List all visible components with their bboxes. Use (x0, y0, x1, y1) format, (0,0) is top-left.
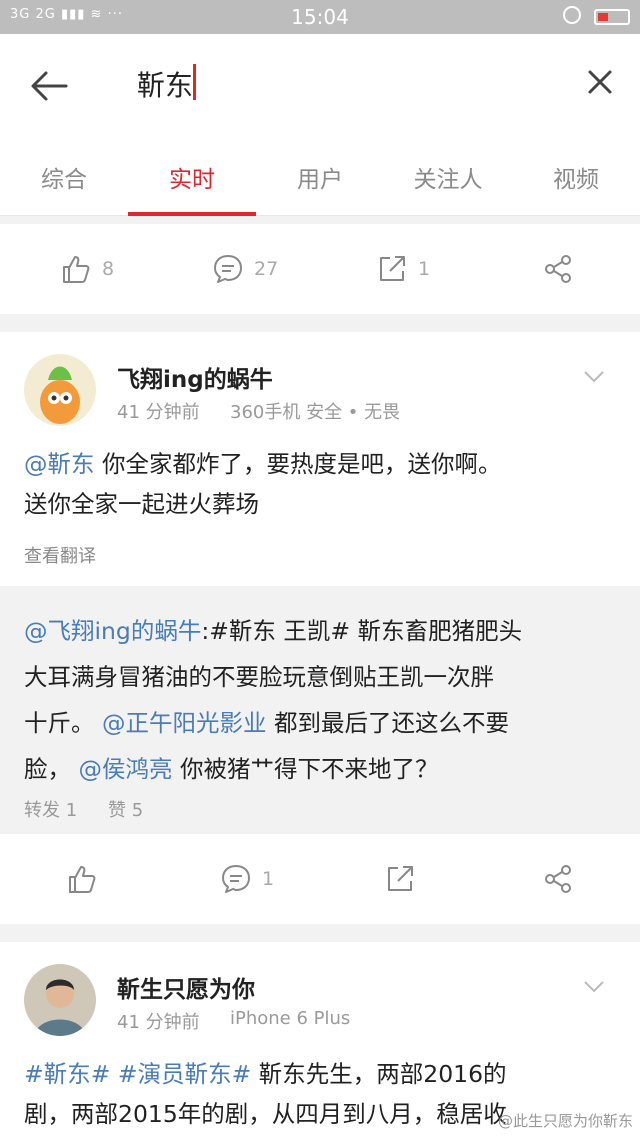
post-text-line: 剧，两部2015年的剧，从四月到八月，稳居收 (24, 1100, 507, 1128)
text-cursor (193, 64, 196, 100)
avatar[interactable] (24, 354, 96, 426)
share-button[interactable] (542, 224, 574, 314)
repost-text-line: 十斤。 (24, 709, 95, 737)
avatar[interactable] (24, 964, 96, 1036)
close-icon[interactable] (582, 64, 618, 100)
share-icon (545, 255, 571, 283)
post-time: 41 分钟前 (117, 1012, 200, 1033)
thumbs-up-icon (63, 256, 90, 283)
clock: 15:04 (291, 5, 349, 29)
back-arrow-icon[interactable] (24, 62, 72, 110)
reposted-content[interactable]: @飞翔ing的蜗牛:#靳东 王凯# 靳东畜肥猪肥头 大耳满身冒猪油的不要脸玩意倒… (0, 586, 640, 836)
thumbs-up-icon (69, 866, 96, 893)
post-card[interactable]: 飞翔ing的蜗牛 41 分钟前 360手机 安全 • 无畏 @靳东 你全家都炸了… (0, 332, 640, 924)
post-time: 41 分钟前 (117, 402, 200, 423)
repost-count: 转发 1 (24, 800, 78, 821)
post-text-line: 靳东先生，两部2016的 (258, 1060, 507, 1088)
comment-icon (214, 255, 242, 283)
repost-text: @飞翔ing的蜗牛:#靳东 王凯# 靳东畜肥猪肥头 大耳满身冒猪油的不要脸玩意倒… (24, 608, 616, 792)
like-count: 8 (102, 258, 115, 280)
comment-button[interactable]: 27 (212, 224, 278, 314)
tab-video[interactable]: 视频 (512, 160, 640, 194)
mention-link[interactable]: @正午阳光影业 (102, 709, 267, 737)
watermark: @此生只愿为你靳东 (498, 1112, 634, 1130)
repost-text-line: :#靳东 王凯# 靳东畜肥猪肥头 (201, 617, 523, 645)
share-out-icon (388, 866, 413, 891)
comment-button[interactable]: 1 (220, 834, 274, 924)
repost-count: 1 (418, 258, 431, 280)
chevron-down-icon[interactable] (582, 364, 606, 388)
comment-count: 27 (254, 258, 279, 280)
like-button[interactable]: 8 (60, 224, 114, 314)
search-tabs: 综合 实时 用户 关注人 视频 (0, 134, 640, 216)
tab-comprehensive[interactable]: 综合 (0, 160, 128, 194)
like-button[interactable] (66, 834, 98, 924)
repost-text-line: 脸， (24, 755, 71, 783)
repost-text-line: 你被猪艹得下不来地了？ (179, 755, 439, 783)
share-button[interactable] (542, 834, 574, 924)
username[interactable]: 靳生只愿为你 (117, 970, 255, 1004)
username[interactable]: 飞翔ing的蜗牛 (117, 360, 273, 394)
mention-link[interactable]: @侯鸿亮 (78, 755, 172, 783)
mention-link[interactable]: @飞翔ing的蜗牛 (24, 617, 201, 645)
battery-icon (594, 9, 630, 25)
repost-button[interactable]: 1 (376, 224, 430, 314)
tab-users[interactable]: 用户 (256, 160, 384, 194)
post-text-line: 你全家都炸了，要热度是吧，送你啊。 (101, 450, 502, 478)
repost-text-line: 都到最后了还这么不要 (273, 709, 509, 737)
mention-link[interactable]: @靳东 (24, 450, 95, 478)
active-tab-indicator (128, 212, 256, 216)
comment-icon (222, 865, 250, 893)
translate-link[interactable]: 查看翻译 (24, 542, 96, 568)
alarm-icon (563, 6, 581, 24)
hashtag-link[interactable]: #演员靳东# (118, 1060, 251, 1088)
post-actions: 1 (0, 834, 640, 924)
repost-text-line: 大耳满身冒猪油的不要脸玩意倒贴王凯一次胖 (24, 663, 494, 691)
post-card[interactable]: 靳生只愿为你 41 分钟前 iPhone 6 Plus #靳东# #演员靳东# … (0, 942, 640, 1138)
search-header (0, 34, 640, 134)
share-out-icon (380, 256, 405, 281)
search-input[interactable]: 靳东 (137, 64, 193, 104)
hashtag-link[interactable]: #靳东# (24, 1060, 110, 1088)
like-count: 赞 5 (108, 800, 144, 821)
post-source: 360手机 安全 • 无畏 (230, 402, 401, 423)
post-source: iPhone 6 Plus (230, 1008, 351, 1029)
previous-post-actions: 8 27 1 (0, 224, 640, 314)
post-text-line: 送你全家一起进火葬场 (24, 490, 259, 518)
post-text: @靳东 你全家都炸了，要热度是吧，送你啊。 送你全家一起进火葬场 (24, 444, 616, 524)
repost-button[interactable] (384, 834, 416, 924)
share-icon (545, 865, 571, 893)
tab-following[interactable]: 关注人 (384, 160, 512, 194)
status-bar: 3G 2G ▮▮▮ ≋ ··· 15:04 (0, 0, 640, 34)
comment-count: 1 (262, 868, 275, 890)
tab-realtime[interactable]: 实时 (128, 160, 256, 194)
chevron-down-icon[interactable] (582, 974, 606, 998)
